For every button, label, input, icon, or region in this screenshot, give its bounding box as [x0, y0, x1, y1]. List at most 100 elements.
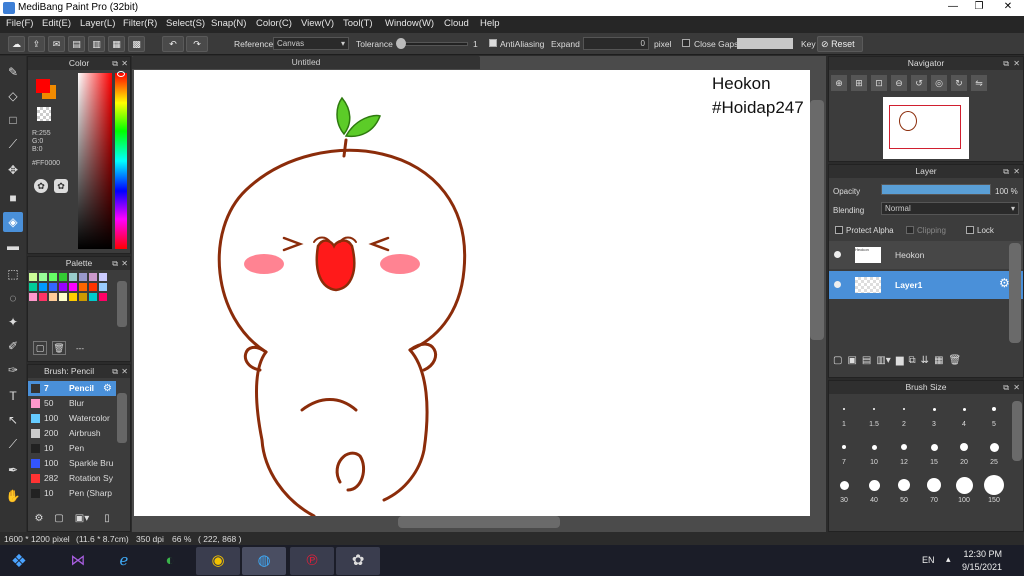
visibility-icon[interactable]	[834, 251, 841, 258]
brush-size-option[interactable]: 30	[829, 473, 859, 511]
hue-slider-handle[interactable]	[117, 71, 125, 77]
hue-slider[interactable]	[115, 73, 127, 249]
select-eraser-icon[interactable]: ✑	[3, 360, 23, 380]
blending-select[interactable]: Normal ▾	[881, 202, 1019, 215]
operation-tool-icon[interactable]: ↖	[3, 410, 23, 430]
chrome-icon[interactable]: ◉	[196, 547, 240, 575]
menu-filter[interactable]: Filter(R)	[123, 18, 157, 29]
brush-list-item[interactable]: 200 Airbrush	[28, 426, 116, 441]
brush-list-item[interactable]: 7 Pencil ⚙	[28, 381, 116, 396]
brush-size-option[interactable]: 70	[919, 473, 949, 511]
color-picker-icon[interactable]: ✿	[54, 179, 68, 193]
pen-tool-icon[interactable]: ✒	[3, 460, 23, 480]
rotate-right-icon[interactable]: ↻	[951, 75, 967, 91]
add-brush-icon[interactable]: ▢	[52, 513, 66, 527]
menu-select[interactable]: Select(S)	[166, 18, 205, 29]
trash-icon[interactable]: 🗑	[52, 341, 66, 355]
brush-list-item[interactable]: 100 Sparkle Bru	[28, 456, 116, 471]
tolerance-slider[interactable]	[398, 42, 468, 46]
close-button[interactable]: ✕	[992, 0, 1024, 14]
pattern-icon[interactable]: ▩	[128, 36, 145, 52]
brush-size-option[interactable]: 1.5	[859, 397, 889, 435]
brush-menu-icon[interactable]: ▣▾	[72, 513, 92, 527]
palette-swatch[interactable]	[99, 283, 107, 291]
menu-color[interactable]: Color(C)	[256, 18, 292, 29]
restore-button[interactable]: ❐	[966, 0, 992, 14]
palette-swatch[interactable]	[39, 293, 47, 301]
rotate-left-icon[interactable]: ↺	[911, 75, 927, 91]
menu-snap[interactable]: Snap(N)	[211, 18, 246, 29]
brush-settings-icon[interactable]: ⚙	[32, 513, 46, 527]
brush-list-item[interactable]: 282 Rotation Sy	[28, 471, 116, 486]
brush-size-option[interactable]: 4	[949, 397, 979, 435]
magic-wand-icon[interactable]: ✦	[3, 312, 23, 332]
delete-brush-icon[interactable]: ▯	[100, 513, 114, 527]
move-tool-icon[interactable]: ✥	[3, 160, 23, 180]
menu-edit[interactable]: Edit(E)	[42, 18, 71, 29]
delete-layer-icon[interactable]: 🗑	[949, 355, 962, 366]
brush-list-item[interactable]: 10 Pen (Sharp	[28, 486, 116, 501]
lasso-tool-icon[interactable]: ◌	[3, 288, 23, 308]
close-icon[interactable]: ✕	[1013, 57, 1020, 70]
navigator-thumbnail[interactable]	[883, 97, 969, 159]
menu-file[interactable]: File(F)	[6, 18, 33, 29]
new-1bit-layer-icon[interactable]: ▤	[862, 355, 871, 366]
fill-rect-tool-icon[interactable]: ■	[3, 188, 23, 208]
brush-settings-icon[interactable]: ⚙	[103, 381, 112, 396]
cloud-icon[interactable]: ☁	[8, 36, 25, 52]
close-icon[interactable]: ✕	[121, 365, 128, 378]
layer-scrollbar[interactable]	[1009, 243, 1021, 343]
folder-icon[interactable]: ▆	[896, 355, 904, 366]
undock-icon[interactable]: ⧉	[112, 57, 118, 70]
share-icon[interactable]: ⇪	[28, 36, 45, 52]
new-folder-icon[interactable]: ▥▾	[876, 355, 890, 366]
palette-swatch[interactable]	[99, 273, 107, 281]
eraser-tool-icon[interactable]: ◇	[3, 86, 23, 106]
language-indicator[interactable]: EN	[922, 555, 935, 565]
flip-icon[interactable]: ⇋	[971, 75, 987, 91]
brush-size-option[interactable]: 150	[979, 473, 1009, 511]
zoom-out-icon[interactable]: ⊖	[891, 75, 907, 91]
brush-size-option[interactable]: 12	[889, 435, 919, 473]
zoom-fit-icon[interactable]: ⊞	[851, 75, 867, 91]
medibang-icon[interactable]: ◍	[242, 547, 286, 575]
horizontal-scrollbar[interactable]	[398, 516, 560, 528]
zoom-in-icon[interactable]: ⊕	[831, 75, 847, 91]
start-button-icon[interactable]: ❖	[4, 547, 34, 575]
duplicate-layer-icon[interactable]: ⧉	[909, 355, 916, 366]
reference-select[interactable]: Canvas ▾	[273, 37, 349, 50]
rotate-reset-icon[interactable]: ◎	[931, 75, 947, 91]
palette-swatch[interactable]	[29, 293, 37, 301]
menu-tool[interactable]: Tool(T)	[343, 18, 373, 29]
brush-size-scrollbar[interactable]	[1012, 401, 1022, 461]
antialias-checkbox[interactable]	[489, 39, 497, 47]
palette-swatch[interactable]	[99, 293, 107, 301]
palette-swatch[interactable]	[89, 283, 97, 291]
brush-size-option[interactable]: 50	[889, 473, 919, 511]
layer-row[interactable]: Heokon Heokon	[829, 241, 1023, 269]
close-icon[interactable]: ✕	[121, 57, 128, 70]
palette-swatch[interactable]	[59, 273, 67, 281]
dot-tool-icon[interactable]: ⟋	[3, 134, 23, 154]
new-layer-icon[interactable]: ▢	[833, 355, 842, 366]
brush-size-option[interactable]: 25	[979, 435, 1009, 473]
brush-size-option[interactable]: 7	[829, 435, 859, 473]
brush-list-item[interactable]: 50 Blur	[28, 396, 116, 411]
brush-size-option[interactable]: 1	[829, 397, 859, 435]
close-icon[interactable]: ✕	[1013, 165, 1020, 178]
undock-icon[interactable]: ⧉	[1003, 165, 1009, 178]
menu-window[interactable]: Window(W)	[385, 18, 434, 29]
undock-icon[interactable]: ⧉	[1003, 57, 1009, 70]
transparent-swatch[interactable]	[37, 107, 51, 121]
palette-swatch[interactable]	[89, 293, 97, 301]
tolerance-slider-handle[interactable]	[396, 38, 406, 49]
merge-down-icon[interactable]: ⇊	[921, 355, 929, 366]
primary-color-swatch[interactable]	[36, 79, 50, 93]
close-icon[interactable]: ✕	[121, 257, 128, 270]
reset-button[interactable]: ⊘ Reset	[817, 36, 863, 52]
palette-swatch[interactable]	[79, 273, 87, 281]
add-palette-icon[interactable]: ▢	[33, 341, 47, 355]
eyedropper-tool-icon[interactable]: ⟋	[3, 434, 23, 454]
navigator-viewport[interactable]	[889, 105, 961, 149]
brush-size-option[interactable]: 10	[859, 435, 889, 473]
